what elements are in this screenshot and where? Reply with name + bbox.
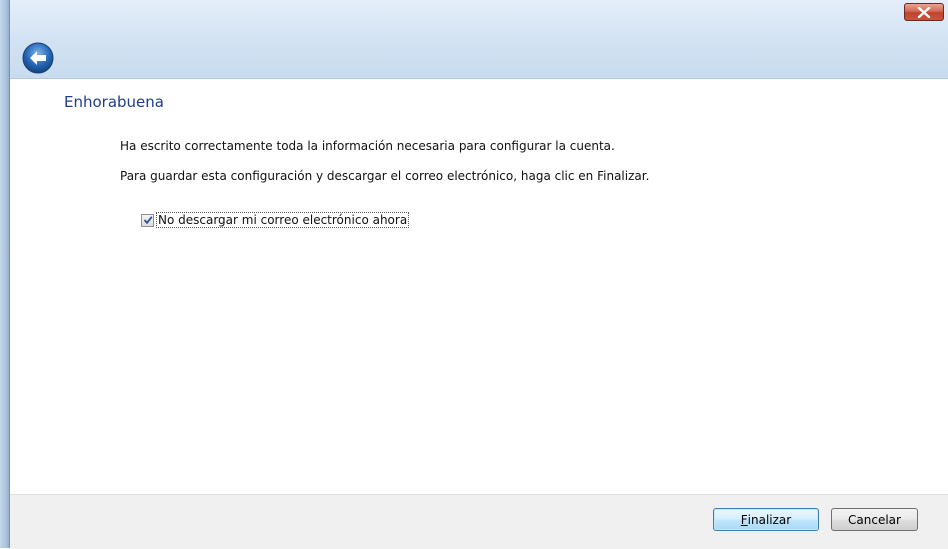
- close-button[interactable]: [904, 3, 944, 21]
- wizard-content: Enhorabuena Ha escrito correctamente tod…: [10, 79, 948, 454]
- close-icon: [917, 6, 931, 18]
- finish-label: inalizar: [747, 512, 792, 527]
- title-bar: [10, 0, 948, 79]
- success-message: Ha escrito correctamente toda la informa…: [120, 139, 615, 153]
- back-button[interactable]: [22, 42, 54, 74]
- account-setup-dialog: Enhorabuena Ha escrito correctamente tod…: [0, 0, 948, 549]
- finish-button[interactable]: Finalizar: [713, 508, 819, 531]
- button-bar: Finalizar Cancelar: [10, 494, 948, 549]
- finish-accelerator: F: [740, 512, 748, 527]
- back-arrow-icon: [22, 42, 54, 74]
- window-frame-left: [0, 0, 10, 548]
- dont-download-label[interactable]: No descargar mi correo electrónico ahora: [156, 212, 410, 228]
- dont-download-option[interactable]: No descargar mi correo electrónico ahora: [141, 212, 410, 228]
- finish-instructions: Para guardar esta configuración y descar…: [120, 169, 650, 183]
- checkmark-icon: [143, 216, 153, 225]
- cancel-button[interactable]: Cancelar: [831, 508, 918, 531]
- page-title: Enhorabuena: [64, 93, 164, 111]
- dont-download-checkbox[interactable]: [141, 213, 154, 227]
